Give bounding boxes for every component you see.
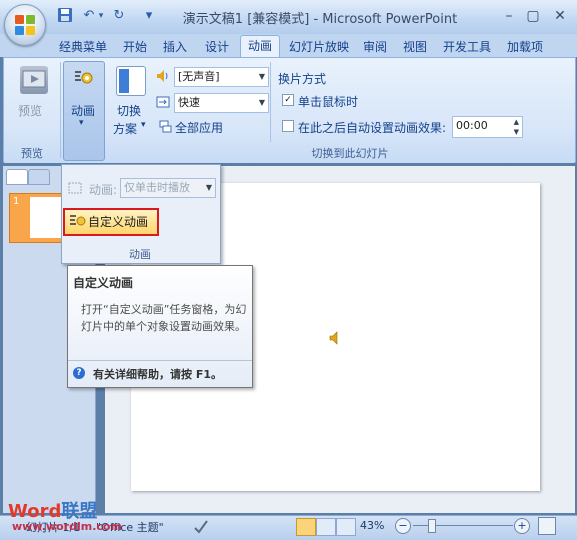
switch-label[interactable]: 切换: [117, 102, 141, 119]
window-title: 演示文稿1 [兼容模式] - Microsoft PowerPoint: [182, 12, 458, 27]
tooltip-body: 打开“自定义动画”任务窗格，为幻灯片中的单个对象设置动画效果。: [81, 303, 247, 333]
animation-label: 动画: [71, 104, 96, 118]
tab-slides[interactable]: [6, 169, 28, 185]
undo-dropdown-icon[interactable]: ▾: [96, 7, 106, 25]
custom-animation-icon: [68, 212, 86, 230]
tab-animation[interactable]: 动画: [240, 35, 281, 58]
slideshow-view-icon[interactable]: [336, 518, 356, 536]
sound-icon: [155, 68, 171, 84]
group-label-preview: 预览: [21, 147, 43, 160]
animation-icon: [71, 66, 95, 90]
tab-addins[interactable]: 加载项: [500, 37, 550, 57]
preview-button[interactable]: 预览: [18, 102, 42, 119]
spellcheck-icon[interactable]: [193, 518, 209, 534]
minimize-button[interactable]: –: [498, 6, 520, 26]
close-button[interactable]: ✕: [549, 6, 571, 26]
apply-all-icon: [159, 120, 173, 134]
auto-after-label: 在此之后自动设置动画效果:: [298, 121, 447, 135]
on-click-checkbox[interactable]: ✓: [282, 94, 294, 106]
watermark-url: www.wordlm.com: [12, 520, 122, 533]
sound-combo[interactable]: [无声音] ▼: [174, 67, 269, 87]
speed-combo[interactable]: 快速 ▼: [174, 93, 269, 113]
tooltip-divider: [68, 360, 252, 361]
preview-icon: [20, 66, 48, 94]
speed-icon: [155, 94, 171, 110]
save-icon[interactable]: [56, 7, 74, 25]
zoom-slider-thumb[interactable]: [428, 519, 436, 533]
switch-mode-title: 换片方式: [278, 72, 327, 86]
auto-after-time[interactable]: 00:00 ▲ ▼: [452, 116, 523, 138]
animation-combo[interactable]: 仅单击时播放 ▼: [120, 178, 216, 198]
scheme-label[interactable]: 方案: [113, 120, 137, 137]
restore-button[interactable]: ▢: [522, 6, 544, 26]
tab-slideshow[interactable]: 幻灯片放映: [282, 37, 356, 57]
auto-after-value: 00:00: [456, 119, 488, 132]
sound-combo-value: [无声音]: [178, 70, 220, 83]
group-separator: [270, 62, 271, 142]
animation-icon: [67, 180, 85, 196]
slide-sorter-icon[interactable]: [316, 518, 336, 536]
on-click-label: 单击鼠标时: [298, 95, 359, 109]
custom-animation-label: 自定义动画: [88, 215, 149, 229]
tab-developer[interactable]: 开发工具: [436, 37, 498, 57]
tab-insert[interactable]: 插入: [156, 37, 194, 57]
auto-after-checkbox[interactable]: [282, 120, 294, 132]
watermark-rest: 联盟: [61, 501, 98, 522]
chevron-down-icon: ▾: [79, 118, 84, 128]
group-label-animation: 动画: [129, 248, 151, 261]
help-icon: ?: [73, 367, 85, 379]
tab-design[interactable]: 设计: [198, 37, 236, 57]
group-label-transition: 切换到此幻灯片: [311, 147, 389, 160]
fit-to-window-icon[interactable]: [538, 517, 556, 535]
group-separator: [60, 62, 61, 158]
zoom-level[interactable]: 43%: [360, 519, 384, 532]
chevron-down-icon: ▼: [258, 98, 265, 107]
chevron-down-icon: ▾: [141, 120, 146, 130]
tab-view[interactable]: 视图: [396, 37, 434, 57]
tab-classic-menu[interactable]: 经典菜单: [52, 37, 114, 57]
watermark-word: Word: [8, 501, 62, 522]
apply-all-button[interactable]: 全部应用: [175, 119, 223, 136]
tab-home[interactable]: 开始: [116, 37, 154, 57]
office-logo-icon: [15, 15, 35, 35]
office-button[interactable]: [4, 4, 46, 46]
animation-combo-value: 仅单击时播放: [124, 181, 190, 194]
customize-qat-icon[interactable]: ▾: [140, 7, 158, 25]
slide-number: 1: [13, 196, 20, 207]
tab-outline[interactable]: [28, 169, 50, 185]
redo-icon[interactable]: ↻: [110, 7, 128, 25]
transition-scheme-icon: [116, 66, 146, 96]
chevron-down-icon: ▼: [258, 72, 265, 81]
tooltip-help: 有关详细帮助，请按 F1。: [93, 368, 222, 381]
chevron-down-icon: ▼: [205, 183, 212, 192]
tooltip-title: 自定义动画: [73, 276, 134, 290]
spinner-icon: ▲ ▼: [513, 118, 519, 136]
zoom-in-button[interactable]: +: [514, 518, 530, 534]
zoom-out-button[interactable]: −: [395, 518, 411, 534]
normal-view-icon[interactable]: [296, 518, 316, 536]
animation-label: 动画:: [89, 183, 118, 197]
sound-object-icon[interactable]: [329, 331, 343, 345]
speed-combo-value: 快速: [178, 96, 200, 109]
tab-review[interactable]: 审阅: [356, 37, 394, 57]
